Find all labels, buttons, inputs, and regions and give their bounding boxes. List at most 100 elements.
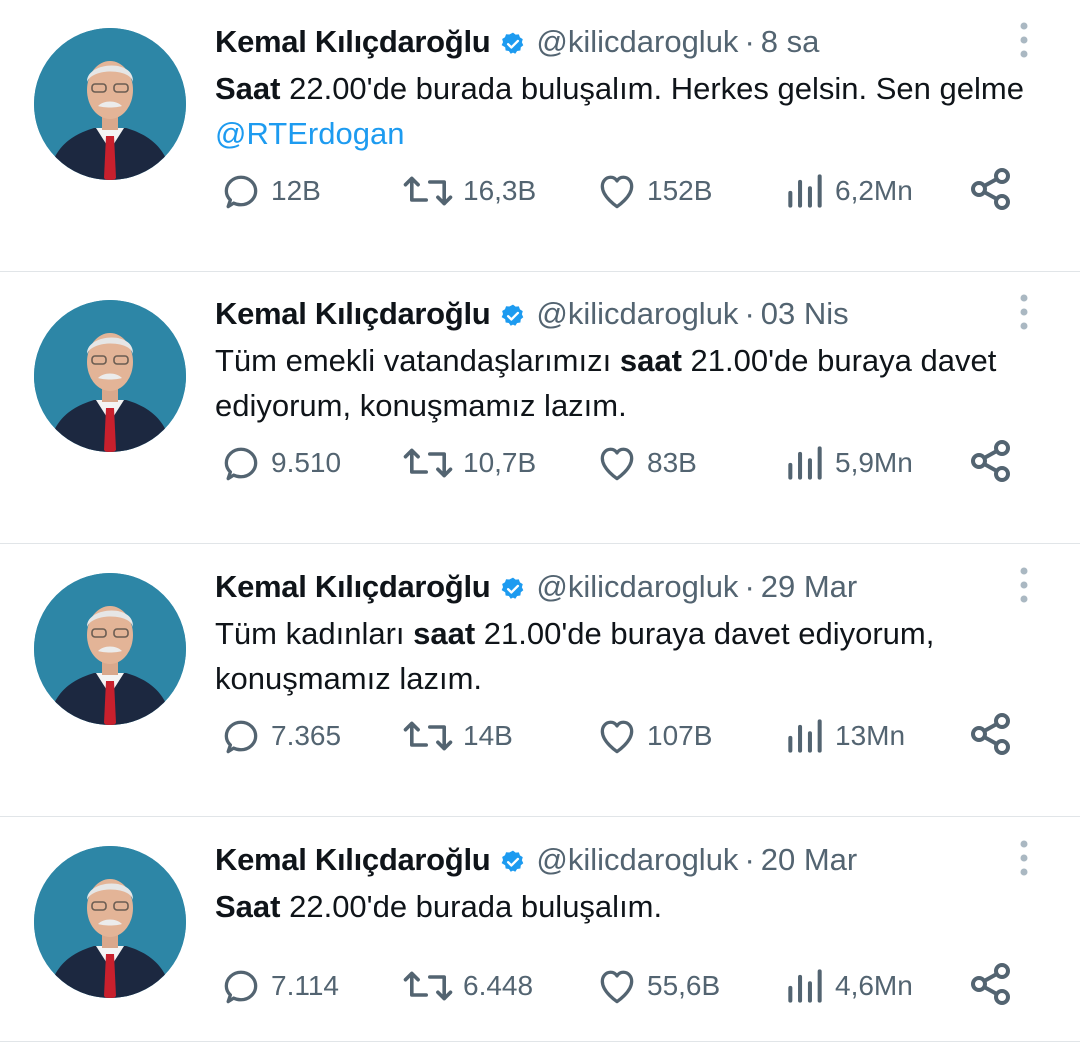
tweet-text-bold: saat bbox=[413, 616, 476, 651]
reply-button[interactable]: 7.365 bbox=[219, 710, 341, 762]
reply-icon bbox=[219, 441, 263, 485]
share-icon bbox=[967, 437, 1015, 490]
reply-button[interactable]: 9.510 bbox=[219, 437, 341, 489]
share-button[interactable] bbox=[967, 710, 1015, 762]
avatar[interactable] bbox=[34, 573, 186, 725]
like-button[interactable]: 55,6B bbox=[595, 960, 720, 1012]
like-count: 55,6B bbox=[647, 970, 721, 1001]
reply-icon bbox=[219, 714, 263, 758]
tweet-text-bold: Saat bbox=[215, 889, 281, 924]
reply-count: 12B bbox=[271, 175, 321, 206]
timestamp[interactable]: 29 Mar bbox=[761, 569, 857, 605]
tweet-3[interactable]: Kemal Kılıçdaroğlu @kilicdarogluk · 29 M… bbox=[0, 545, 1080, 817]
share-icon bbox=[967, 165, 1015, 218]
author-name[interactable]: Kemal Kılıçdaroğlu bbox=[215, 24, 491, 60]
views-count: 6,2Mn bbox=[835, 175, 913, 206]
author-handle[interactable]: @kilicdarogluk bbox=[536, 842, 738, 878]
retweet-icon bbox=[401, 441, 455, 485]
retweet-icon bbox=[401, 714, 455, 758]
views-button[interactable]: 6,2Mn bbox=[783, 165, 913, 217]
tweet-actions: 7.365 14B 107B 13Mn bbox=[215, 710, 1035, 762]
verified-badge-icon bbox=[500, 301, 526, 327]
tweet-text-segment: 22.00'de burada buluşalım. Herkes gelsin… bbox=[280, 71, 1024, 106]
tweet-text-bold: saat bbox=[619, 343, 682, 378]
views-button[interactable]: 4,6Mn bbox=[783, 960, 913, 1012]
author-handle[interactable]: @kilicdarogluk bbox=[536, 296, 738, 332]
tweet-text: Saat 22.00'de burada buluşalım. bbox=[215, 884, 1035, 929]
views-count: 5,9Mn bbox=[835, 447, 913, 478]
heart-icon bbox=[595, 441, 639, 485]
tweet-1[interactable]: Kemal Kılıçdaroğlu @kilicdarogluk · 8 sa… bbox=[0, 0, 1080, 272]
views-bar-chart-icon bbox=[783, 714, 827, 758]
retweet-button[interactable]: 16,3B bbox=[401, 165, 536, 217]
tweet-header: Kemal Kılıçdaroğlu @kilicdarogluk · 29 M… bbox=[215, 565, 857, 609]
timestamp[interactable]: 8 sa bbox=[761, 24, 820, 60]
retweet-button[interactable]: 10,7B bbox=[401, 437, 536, 489]
share-icon bbox=[967, 710, 1015, 763]
author-handle[interactable]: @kilicdarogluk bbox=[536, 569, 738, 605]
reply-icon bbox=[219, 964, 263, 1008]
heart-icon bbox=[595, 964, 639, 1008]
avatar[interactable] bbox=[34, 300, 186, 452]
tweet-4[interactable]: Kemal Kılıçdaroğlu @kilicdarogluk · 20 M… bbox=[0, 818, 1080, 1042]
views-bar-chart-icon bbox=[783, 169, 827, 213]
heart-icon bbox=[595, 169, 639, 213]
reply-count: 9.510 bbox=[271, 447, 342, 478]
more-vertical-icon[interactable] bbox=[1012, 838, 1036, 878]
reply-button[interactable]: 12B bbox=[219, 165, 321, 217]
separator-dot: · bbox=[744, 842, 755, 877]
timestamp[interactable]: 20 Mar bbox=[761, 842, 857, 878]
avatar[interactable] bbox=[34, 28, 186, 180]
like-count: 83B bbox=[647, 447, 697, 478]
share-button[interactable] bbox=[967, 960, 1015, 1012]
tweet-2[interactable]: Kemal Kılıçdaroğlu @kilicdarogluk · 03 N… bbox=[0, 272, 1080, 544]
more-vertical-icon[interactable] bbox=[1012, 565, 1036, 605]
share-button[interactable] bbox=[967, 165, 1015, 217]
retweet-icon bbox=[401, 169, 455, 213]
reply-count: 7.114 bbox=[271, 970, 339, 1001]
retweet-count: 10,7B bbox=[463, 447, 537, 478]
retweet-button[interactable]: 6.448 bbox=[401, 960, 533, 1012]
retweet-count: 14B bbox=[463, 720, 513, 751]
separator-dot: · bbox=[744, 569, 755, 604]
author-name[interactable]: Kemal Kılıçdaroğlu bbox=[215, 569, 491, 605]
author-name[interactable]: Kemal Kılıçdaroğlu bbox=[215, 842, 491, 878]
tweet-text-bold: Saat bbox=[215, 71, 281, 106]
like-button[interactable]: 107B bbox=[595, 710, 712, 762]
share-icon bbox=[967, 960, 1015, 1013]
more-vertical-icon[interactable] bbox=[1012, 20, 1036, 60]
tweet-text-segment: Tüm kadınları bbox=[215, 616, 414, 651]
separator-dot: · bbox=[744, 296, 755, 331]
like-button[interactable]: 83B bbox=[595, 437, 697, 489]
retweet-button[interactable]: 14B bbox=[401, 710, 513, 762]
like-count: 152B bbox=[647, 175, 713, 206]
avatar[interactable] bbox=[34, 846, 186, 998]
views-bar-chart-icon bbox=[783, 441, 827, 485]
tweet-text-segment: 22.00'de burada buluşalım. bbox=[280, 889, 663, 924]
tweet-text: Saat 22.00'de burada buluşalım. Herkes g… bbox=[215, 66, 1035, 156]
mention-link[interactable]: @RTErdogan bbox=[215, 116, 404, 151]
separator-dot: · bbox=[744, 24, 755, 59]
author-name[interactable]: Kemal Kılıçdaroğlu bbox=[215, 296, 491, 332]
share-button[interactable] bbox=[967, 437, 1015, 489]
views-button[interactable]: 5,9Mn bbox=[783, 437, 913, 489]
views-bar-chart-icon bbox=[783, 964, 827, 1008]
like-button[interactable]: 152B bbox=[595, 165, 712, 217]
reply-icon bbox=[219, 169, 263, 213]
views-count: 13Mn bbox=[835, 720, 906, 751]
tweet-header: Kemal Kılıçdaroğlu @kilicdarogluk · 03 N… bbox=[215, 292, 849, 336]
views-button[interactable]: 13Mn bbox=[783, 710, 905, 762]
tweet-text-segment: Tüm emekli vatandaşlarımızı bbox=[215, 343, 620, 378]
author-handle[interactable]: @kilicdarogluk bbox=[536, 24, 738, 60]
more-vertical-icon[interactable] bbox=[1012, 292, 1036, 332]
timestamp[interactable]: 03 Nis bbox=[761, 296, 849, 332]
retweet-count: 16,3B bbox=[463, 175, 537, 206]
retweet-count: 6.448 bbox=[463, 970, 534, 1001]
tweet-actions: 12B 16,3B 152B 6,2Mn bbox=[215, 165, 1035, 217]
tweet-text: Tüm kadınları saat 21.00'de buraya davet… bbox=[215, 611, 1035, 701]
like-count: 107B bbox=[647, 720, 713, 751]
tweet-text: Tüm emekli vatandaşlarımızı saat 21.00'd… bbox=[215, 338, 1035, 428]
tweet-actions: 9.510 10,7B 83B 5,9Mn bbox=[215, 437, 1035, 489]
reply-button[interactable]: 7.114 bbox=[219, 960, 339, 1012]
tweet-header: Kemal Kılıçdaroğlu @kilicdarogluk · 20 M… bbox=[215, 838, 857, 882]
